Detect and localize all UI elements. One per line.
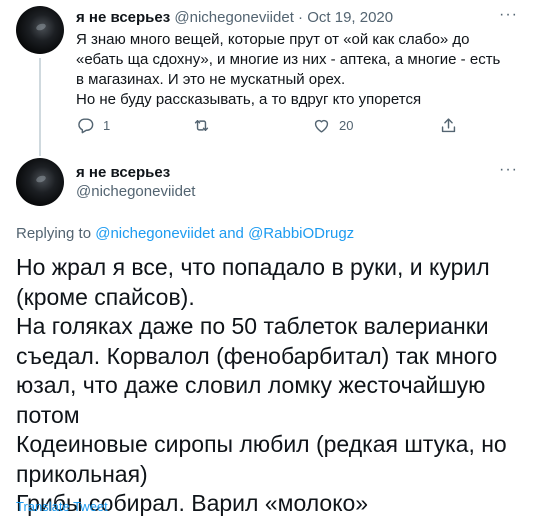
tweet-text-line: Я знаю много вещей, которые прут от «ой …: [76, 31, 470, 48]
replying-to: Replying to @nichegoneviidet and @RabbiO…: [16, 225, 354, 242]
tweet-date[interactable]: Oct 19, 2020: [307, 9, 393, 26]
tweet-text-line: Кодеиновые сиропы любил (редкая штука, н…: [16, 431, 507, 457]
replying-prefix: Replying to: [16, 225, 96, 242]
translate-tweet-link[interactable]: Translate Tweet: [16, 499, 108, 514]
retweet-button[interactable]: [192, 116, 219, 135]
tweet-text-line: в магазинах. И это не мускатный орех.: [76, 71, 346, 88]
share-icon: [441, 118, 456, 133]
tweet-text-line: потом: [16, 401, 80, 428]
mention-link[interactable]: @nichegoneviidet: [95, 225, 214, 242]
share-button[interactable]: [439, 116, 458, 135]
thread-line: [39, 58, 41, 156]
tweet-text-line: прикольная): [16, 460, 148, 487]
retweet-icon: [194, 120, 209, 131]
tweet-header: я не всерьез @nichegoneviidet · Oct 19, …: [76, 9, 393, 26]
tweet-text-line: На голяках даже по 50 таблеток валерианк…: [16, 313, 489, 339]
more-icon[interactable]: ···: [499, 6, 518, 24]
separator: ·: [298, 9, 304, 26]
tweet-text: Я знаю много вещей, которые прут от «ой …: [76, 30, 516, 110]
reply-button[interactable]: 1: [76, 116, 110, 135]
author-name[interactable]: я не всерьез: [76, 9, 170, 26]
more-icon[interactable]: ···: [499, 161, 518, 179]
tweet-text-line: съедал. Корвалол (фенобарбитал) так мног…: [16, 342, 498, 369]
reply-count: 1: [103, 118, 111, 133]
avatar[interactable]: [16, 158, 64, 206]
tweet-text: Но жрал я все, что попадало в руки, и ку…: [16, 253, 526, 519]
tweet-text-line: Но не буду рассказывать, а то вдруг кто …: [76, 91, 422, 108]
like-count: 20: [339, 118, 354, 133]
author-handle[interactable]: @nichegoneviidet: [76, 183, 195, 200]
tweet-text-line: юзал, что даже словил ломку жесточайшую: [16, 372, 486, 398]
replying-and: and: [214, 225, 249, 242]
heart-icon: [314, 119, 329, 133]
tweet-text-line: Но жрал я все, что попадало в руки, и ку…: [16, 254, 490, 280]
like-button[interactable]: 20: [312, 116, 353, 135]
tweet-text-line: «ебать ща сдохну», и многие из них - апт…: [76, 51, 501, 68]
author-name[interactable]: я не всерьез: [76, 164, 170, 181]
reply-icon: [78, 118, 94, 134]
mention-link[interactable]: @RabbiODrugz: [248, 225, 354, 242]
avatar[interactable]: [16, 6, 64, 54]
author-handle[interactable]: @nichegoneviidet: [174, 9, 293, 26]
tweet-text-line: (кроме спайсов).: [16, 283, 195, 310]
tweet-actions: 1 20: [72, 116, 472, 138]
